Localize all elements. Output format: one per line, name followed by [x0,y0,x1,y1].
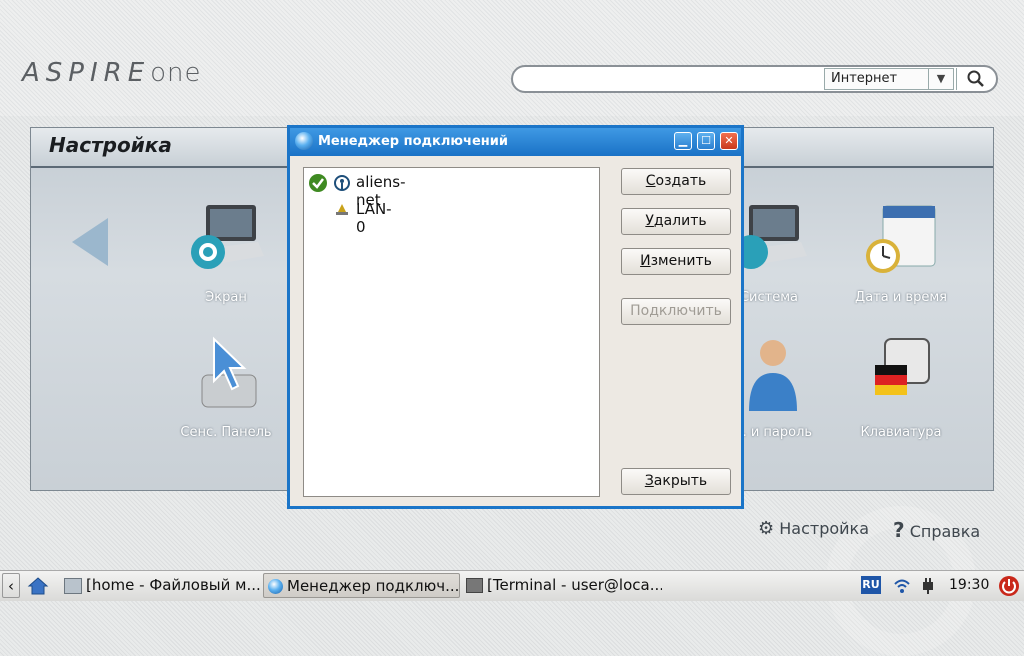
clock: 19:30 [949,577,990,593]
wired-network-icon [336,204,348,215]
connection-name: LAN-0 [356,200,392,236]
chevron-down-icon: ▼ [928,69,953,89]
wifi-icon[interactable] [893,573,913,598]
maximize-button[interactable]: ☐ [697,132,715,150]
close-button[interactable]: Закрыть [621,468,731,495]
taskbar-item-terminal[interactable]: [Terminal - user@loca... [466,573,662,598]
connection-manager-dialog: Менеджер подключений ▁ ☐ ✕ aliens-net LA… [287,125,744,509]
search-engine-select[interactable]: Интернет ▼ [824,68,954,90]
create-button[interactable]: Создать [621,168,731,195]
power-plug-icon[interactable] [920,573,938,598]
taskbar-item-connection-manager[interactable]: Менеджер подключ... [263,573,460,598]
header: ASPIREone Интернет ▼ [0,0,1024,116]
connection-list[interactable]: aliens-net LAN-0 [303,167,600,497]
keyboard-flag-icon [875,338,930,395]
connect-button[interactable]: Подключить [621,298,731,325]
file-manager-icon [64,577,82,594]
tile-keyboard[interactable]: Клавиатура [846,335,956,440]
aspire-one-logo: ASPIREone [22,58,202,88]
footer-settings-link[interactable]: ⚙ Настройка [758,518,869,539]
question-icon: ? [893,518,905,542]
tile-label: Дата и время [855,290,947,305]
delete-button[interactable]: Удалить [621,208,731,235]
dialog-title: Менеджер подключений [318,134,508,149]
search-bar: Интернет ▼ [511,65,998,93]
terminal-icon [466,578,483,593]
minimize-button[interactable]: ▁ [674,132,692,150]
calendar-clock-icon [866,205,936,273]
laptop-icon [191,205,264,269]
taskbar-item-file-manager[interactable]: [home - Файловый м... [64,573,260,598]
tile-touchpad[interactable]: Сенс. Панель [171,335,281,440]
edit-button[interactable]: Изменить [621,248,731,275]
globe-icon [268,579,283,594]
footer-help-link[interactable]: ? Справка [893,518,980,542]
panel-title: Настройка [49,133,172,157]
search-input[interactable] [513,67,827,93]
wireless-network-icon [334,175,350,191]
taskbar: ‹ [home - Файловый м... Менеджер подключ… [0,570,1024,601]
check-icon [309,174,327,192]
search-button[interactable] [956,68,995,90]
language-indicator[interactable]: RU [861,576,881,594]
power-icon[interactable] [998,573,1020,598]
tile-screen[interactable]: Экран [171,200,281,305]
cursor-touchpad-icon [201,336,257,408]
globe-icon [295,132,313,150]
home-icon[interactable] [27,573,51,598]
tile-date-time[interactable]: Дата и время [846,200,956,305]
search-icon [967,70,984,87]
tile-label: Сенс. Панель [180,425,272,440]
gear-icon: ⚙ [758,518,775,539]
close-window-button[interactable]: ✕ [720,132,738,150]
dialog-titlebar[interactable]: Менеджер подключений ▁ ☐ ✕ [290,128,741,156]
taskbar-scroll-left-button[interactable]: ‹ [2,573,20,598]
tile-label: Клавиатура [860,425,942,440]
tile-label: Экран [205,290,247,305]
back-arrow-icon[interactable] [72,218,108,266]
